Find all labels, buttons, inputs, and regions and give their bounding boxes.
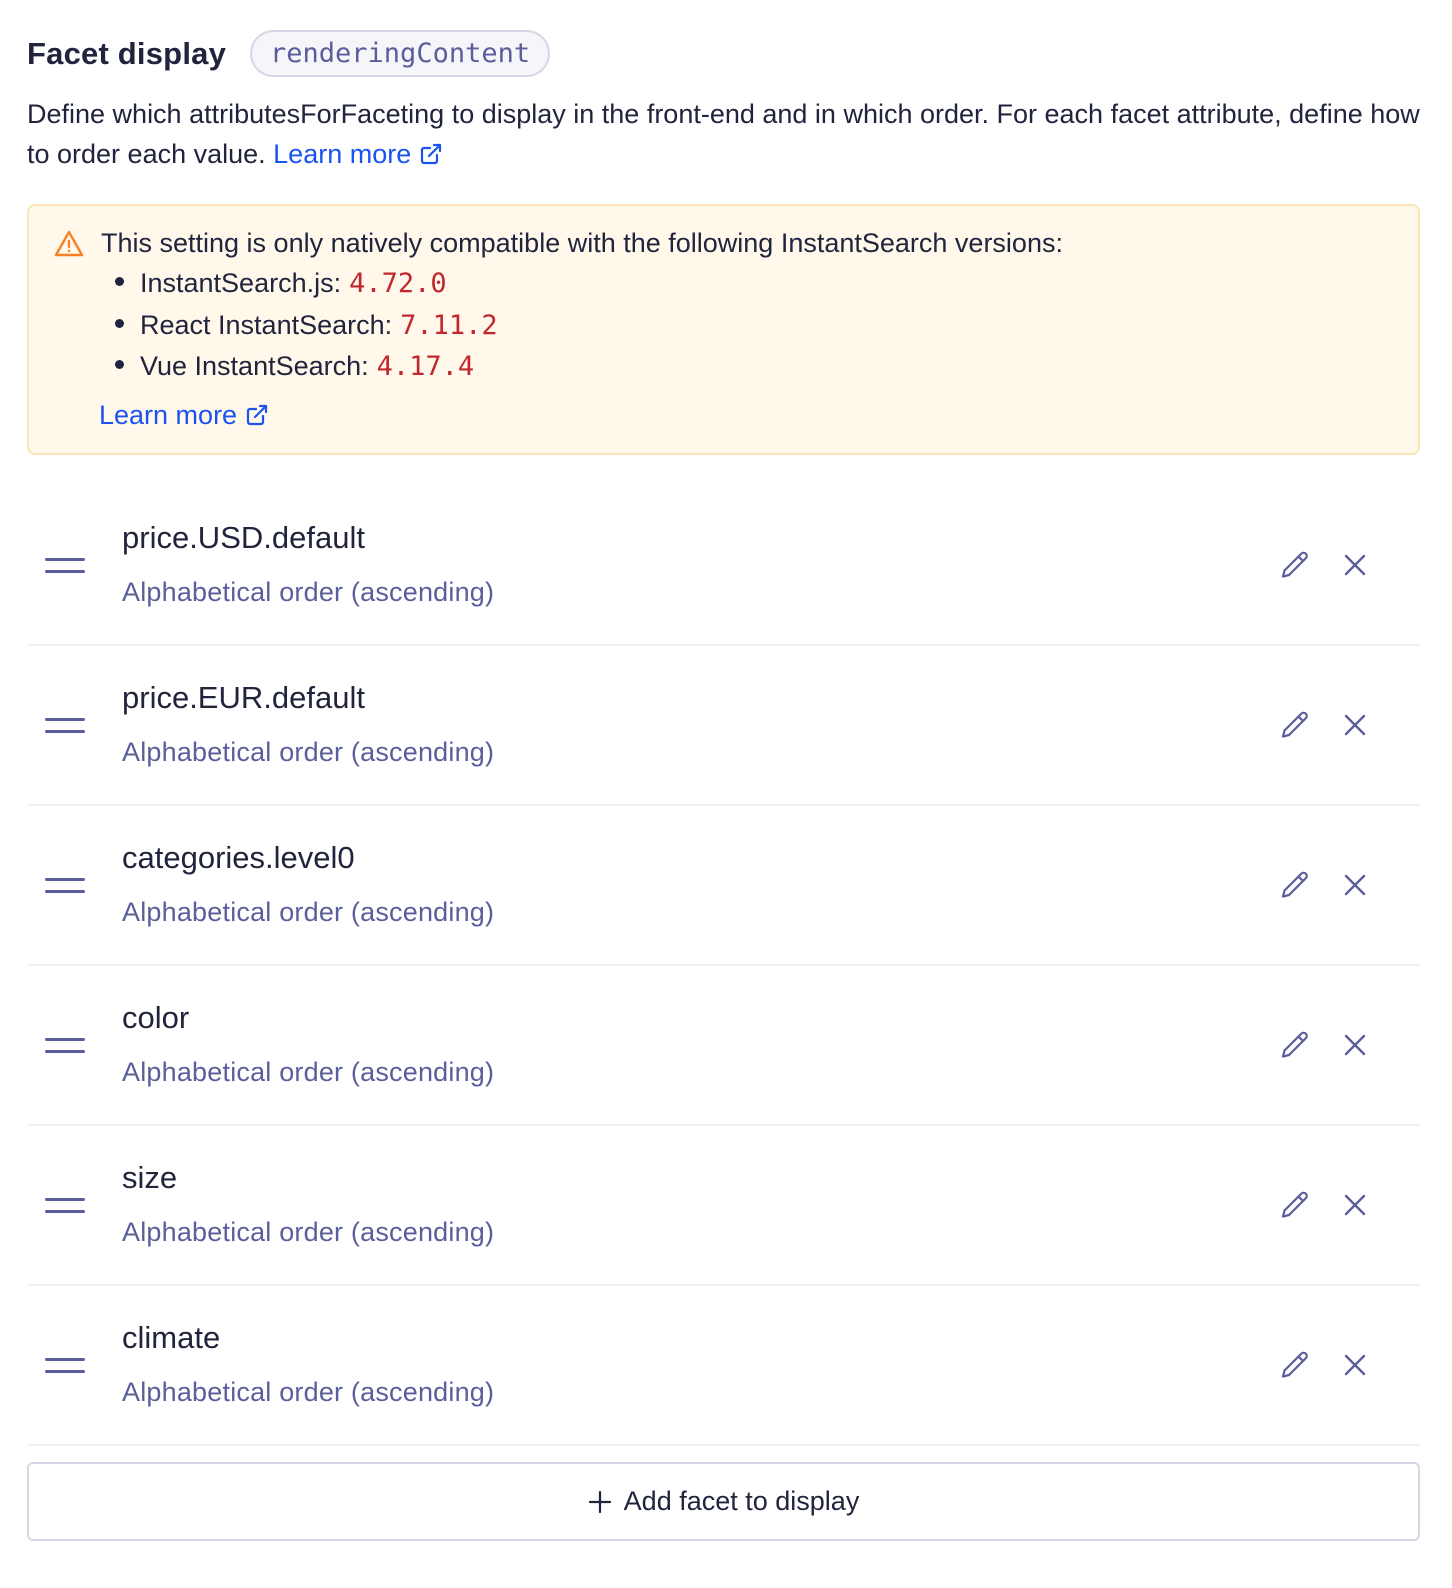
facet-sort-order: Alphabetical order (ascending): [122, 577, 495, 607]
drag-handle-icon[interactable]: [45, 1198, 87, 1218]
facet-name: price.USD.default: [122, 520, 365, 555]
facet-sort-order: Alphabetical order (ascending): [122, 897, 495, 927]
section-title: Facet display: [27, 35, 227, 71]
facet-sort-order: Alphabetical order (ascending): [122, 1057, 495, 1087]
close-icon[interactable]: [1342, 552, 1368, 578]
version-name: Vue InstantSearch:: [140, 351, 369, 381]
facet-list: price.USD.default Alphabetical order (as…: [27, 486, 1420, 1446]
description-text: Define which attributesForFaceting to di…: [27, 99, 1420, 169]
pencil-icon[interactable]: [1279, 869, 1311, 901]
pencil-icon[interactable]: [1279, 709, 1311, 741]
version-item: Vue InstantSearch: 4.17.4: [115, 346, 498, 388]
facet-row: climate Alphabetical order (ascending): [27, 1286, 1420, 1446]
close-icon[interactable]: [1342, 1192, 1368, 1218]
version-item: React InstantSearch: 7.11.2: [115, 305, 498, 347]
facet-display-panel: Facet display renderingContent Define wh…: [0, 0, 1452, 1588]
facet-row: price.EUR.default Alphabetical order (as…: [27, 646, 1420, 806]
drag-handle-icon[interactable]: [45, 558, 87, 578]
drag-handle-icon[interactable]: [45, 1038, 87, 1058]
facet-row: price.USD.default Alphabetical order (as…: [27, 486, 1420, 646]
drag-handle-icon[interactable]: [45, 1358, 87, 1378]
facet-row: color Alphabetical order (ascending): [27, 966, 1420, 1126]
add-facet-button[interactable]: Add facet to display: [27, 1462, 1420, 1541]
section-header: Facet display renderingContent: [27, 30, 551, 77]
facet-name: size: [122, 1160, 178, 1195]
drag-handle-icon[interactable]: [45, 878, 87, 898]
version-item: InstantSearch.js: 4.72.0: [115, 263, 498, 305]
plus-icon: [588, 1490, 611, 1513]
facet-name: price.EUR.default: [122, 680, 365, 715]
facet-name: climate: [122, 1320, 221, 1355]
pencil-icon[interactable]: [1279, 1349, 1311, 1381]
warning-triangle-icon: [54, 230, 84, 257]
external-link-icon: [246, 404, 268, 426]
version-list: InstantSearch.js: 4.72.0 React InstantSea…: [115, 263, 498, 388]
close-icon[interactable]: [1342, 712, 1368, 738]
close-icon[interactable]: [1342, 872, 1368, 898]
warning-learn-more-label: Learn more: [99, 400, 238, 430]
section-description: Define which attributesForFaceting to di…: [27, 94, 1422, 174]
external-link-icon: [421, 143, 442, 165]
warning-learn-more-link[interactable]: Learn more: [99, 400, 269, 431]
facet-sort-order: Alphabetical order (ascending): [122, 737, 495, 767]
add-facet-label: Add facet to display: [623, 1486, 860, 1516]
facet-sort-order: Alphabetical order (ascending): [122, 1377, 495, 1407]
version-number: 4.17.4: [376, 351, 475, 382]
facet-sort-order: Alphabetical order (ascending): [122, 1217, 495, 1247]
version-name: InstantSearch.js:: [140, 268, 342, 298]
facet-row: size Alphabetical order (ascending): [27, 1126, 1420, 1286]
facet-row: categories.level0 Alphabetical order (as…: [27, 806, 1420, 966]
close-icon[interactable]: [1342, 1352, 1368, 1378]
pencil-icon[interactable]: [1279, 549, 1311, 581]
version-number: 7.11.2: [400, 309, 498, 341]
close-icon[interactable]: [1342, 1032, 1368, 1058]
pencil-icon[interactable]: [1279, 1029, 1311, 1061]
warning-message: This setting is only natively compatible…: [101, 228, 1063, 258]
version-name: React InstantSearch:: [140, 309, 393, 340]
version-number: 4.72.0: [349, 268, 447, 299]
facet-name: categories.level0: [122, 840, 355, 875]
learn-more-label: Learn more: [273, 139, 412, 169]
learn-more-link[interactable]: Learn more: [273, 139, 443, 169]
facet-name: color: [122, 1000, 190, 1035]
setting-tag: renderingContent: [250, 30, 551, 77]
pencil-icon[interactable]: [1279, 1189, 1311, 1221]
drag-handle-icon[interactable]: [45, 718, 87, 738]
